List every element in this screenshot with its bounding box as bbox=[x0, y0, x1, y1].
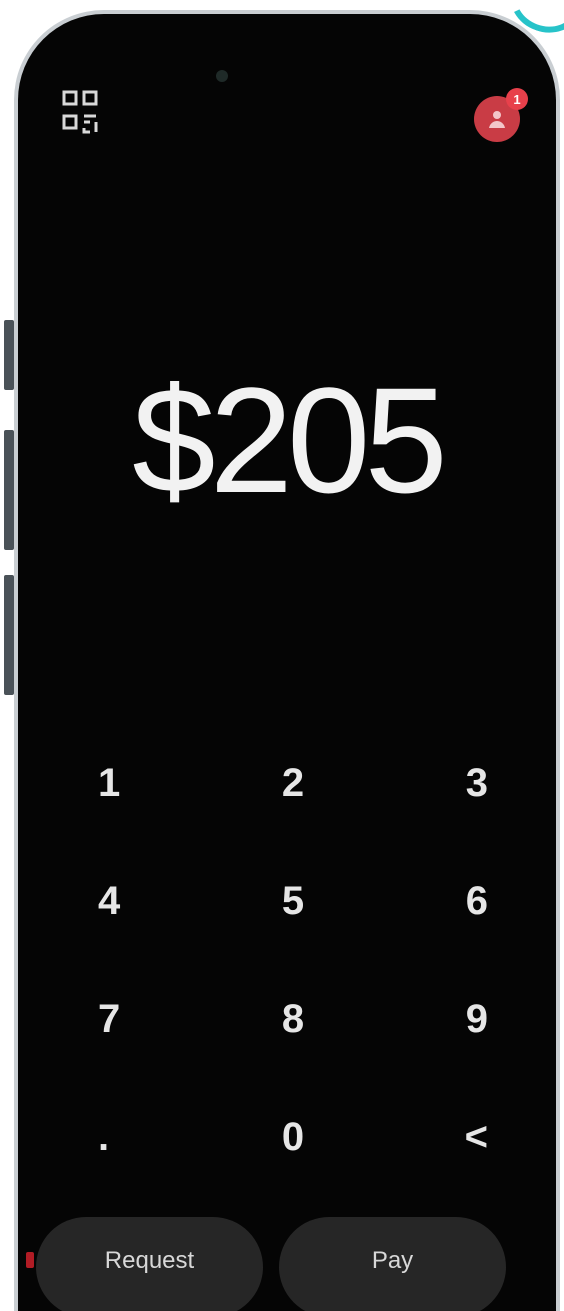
page: 1 $205 1 2 3 4 5 6 7 8 9 . 0 < Request P… bbox=[0, 0, 564, 1311]
key-9[interactable]: 9 bbox=[371, 960, 528, 1078]
indicator-dot bbox=[26, 1252, 34, 1268]
key-5[interactable]: 5 bbox=[215, 842, 372, 960]
key-2[interactable]: 2 bbox=[215, 724, 372, 842]
app-screen: 1 $205 1 2 3 4 5 6 7 8 9 . 0 < bbox=[18, 14, 556, 1311]
key-8[interactable]: 8 bbox=[215, 960, 372, 1078]
key-3[interactable]: 3 bbox=[371, 724, 528, 842]
key-4[interactable]: 4 bbox=[58, 842, 215, 960]
key-0[interactable]: 0 bbox=[215, 1078, 372, 1196]
front-camera bbox=[216, 70, 228, 82]
amount-display: $205 bbox=[132, 356, 448, 524]
request-button[interactable]: Request bbox=[36, 1217, 263, 1311]
notification-badge: 1 bbox=[506, 88, 528, 110]
number-keypad: 1 2 3 4 5 6 7 8 9 . 0 < bbox=[58, 724, 528, 1196]
profile-button[interactable]: 1 bbox=[474, 88, 528, 142]
key-6[interactable]: 6 bbox=[371, 842, 528, 960]
phone-frame: 1 $205 1 2 3 4 5 6 7 8 9 . 0 < bbox=[14, 10, 560, 1311]
phone-side-button bbox=[4, 320, 14, 390]
key-decimal[interactable]: . bbox=[58, 1078, 215, 1196]
key-backspace[interactable]: < bbox=[371, 1078, 528, 1196]
key-1[interactable]: 1 bbox=[58, 724, 215, 842]
qr-scan-icon[interactable] bbox=[62, 90, 98, 136]
pay-button[interactable]: Pay bbox=[279, 1217, 506, 1311]
key-7[interactable]: 7 bbox=[58, 960, 215, 1078]
phone-volume-up-button bbox=[4, 430, 14, 550]
profile-avatar-icon bbox=[489, 111, 505, 128]
action-bar: Request Pay bbox=[36, 1217, 506, 1311]
phone-volume-down-button bbox=[4, 575, 14, 695]
